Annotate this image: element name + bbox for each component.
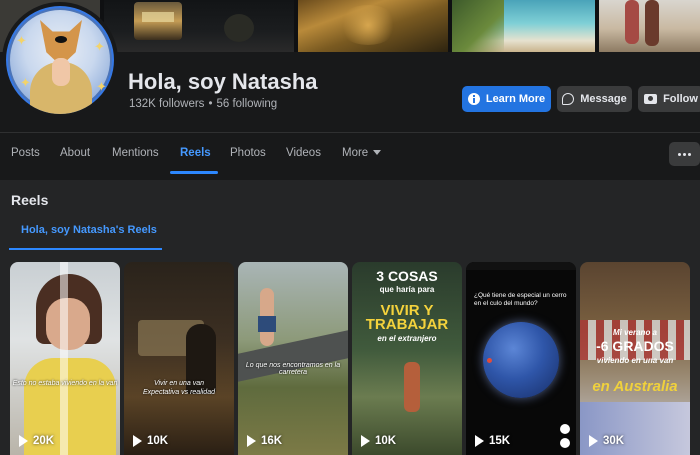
stats-separator: • — [208, 98, 213, 110]
reel-view-count: 20K — [33, 435, 55, 447]
dot-icon — [678, 152, 681, 156]
reel-card[interactable]: Vivir en una van Expectativa vs realidad… — [124, 262, 234, 455]
following-count[interactable]: 56 following — [216, 98, 277, 110]
reel-text: en Australia — [592, 378, 678, 395]
messenger-icon — [562, 93, 575, 105]
tab-videos[interactable]: Videos — [286, 141, 321, 169]
page-title: Hola, soy Natasha — [128, 69, 318, 94]
active-tab-indicator — [170, 171, 218, 174]
reel-text: -6 GRADOS — [596, 338, 674, 354]
learn-more-button[interactable]: Learn More — [462, 86, 551, 112]
reel-views: 10K — [133, 435, 168, 447]
reel-text: Mi verano a — [612, 328, 657, 337]
tab-more[interactable]: More — [342, 141, 382, 169]
follow-icon — [644, 94, 658, 104]
reel-card[interactable]: Mi verano a -6 GRADOS viviendo en una va… — [580, 262, 690, 455]
reel-text: viviendo en una van — [596, 356, 674, 365]
play-icon — [133, 435, 142, 447]
dot-icon — [683, 152, 686, 156]
reel-views: 20K — [19, 435, 54, 447]
tab-reels[interactable]: Reels — [180, 141, 211, 169]
reel-caption: Esto no estaba viviendo en la van — [12, 380, 118, 387]
reel-card[interactable]: Lo que nos encontramos en la carretera 1… — [238, 262, 348, 455]
reel-text: en el extranjero — [377, 334, 437, 343]
reel-views: 15K — [475, 435, 510, 447]
reel-view-count: 10K — [375, 435, 397, 447]
reel-view-count: 16K — [261, 435, 283, 447]
reel-view-count: 30K — [603, 435, 625, 447]
header-divider — [0, 132, 700, 133]
profile-avatar[interactable]: ✦ ✦ ✦ ✦ — [2, 2, 118, 118]
reel-view-count: 10K — [147, 435, 169, 447]
play-icon — [361, 435, 370, 447]
reel-caption: Vivir en una van — [153, 380, 205, 387]
reel-caption: ¿Qué tiene de especial un cerro en el cu… — [474, 292, 567, 307]
dot-icon — [688, 152, 691, 156]
cover-photo-forest — [298, 0, 448, 52]
tab-more-label: More — [342, 147, 369, 159]
follow-button[interactable]: Follow — [638, 86, 700, 112]
message-label: Message — [580, 93, 627, 105]
message-button[interactable]: Message — [557, 86, 632, 112]
play-icon — [475, 435, 484, 447]
cover-photo-van-night — [104, 0, 294, 52]
cover-photo-beach — [452, 0, 595, 52]
reel-caption: Lo que nos encontramos en la carretera — [245, 362, 341, 376]
reel-card[interactable]: 3 COSAS que haría para VIVIR Y TRABAJAR … — [352, 262, 462, 455]
follow-label: Follow — [663, 93, 698, 105]
reel-text: 3 COSAS — [376, 268, 438, 284]
info-icon — [467, 93, 480, 105]
tab-posts[interactable]: Posts — [11, 141, 40, 169]
reel-views: 30K — [589, 435, 624, 447]
play-icon — [19, 435, 28, 447]
globe-image — [483, 322, 559, 398]
reel-card[interactable]: ¿Qué tiene de especial un cerro en el cu… — [466, 262, 576, 455]
reel-view-count: 15K — [489, 435, 511, 447]
caret-down-icon — [373, 150, 382, 156]
more-options-button[interactable] — [669, 142, 700, 166]
tab-photos[interactable]: Photos — [230, 141, 266, 169]
play-icon — [589, 435, 598, 447]
sub-tab-indicator — [9, 248, 162, 250]
cover-photo-people — [599, 0, 700, 52]
reel-views: 16K — [247, 435, 282, 447]
learn-more-label: Learn More — [485, 93, 546, 105]
reel-text: que haría para — [379, 285, 435, 294]
reels-sub-tab[interactable]: Hola, soy Natasha's Reels — [21, 224, 157, 236]
section-title: Reels — [11, 192, 49, 208]
reel-caption: Expectativa vs realidad — [143, 389, 215, 396]
follow-stats: 132K followers • 56 following — [129, 98, 277, 110]
tab-about[interactable]: About — [60, 141, 90, 169]
play-icon — [247, 435, 256, 447]
followers-count[interactable]: 132K followers — [129, 98, 204, 110]
reel-card[interactable]: Esto no estaba viviendo en la van 20K — [10, 262, 120, 455]
reel-views: 10K — [361, 435, 396, 447]
reel-text: VIVIR Y TRABAJAR — [365, 302, 449, 333]
tab-mentions[interactable]: Mentions — [112, 141, 159, 169]
